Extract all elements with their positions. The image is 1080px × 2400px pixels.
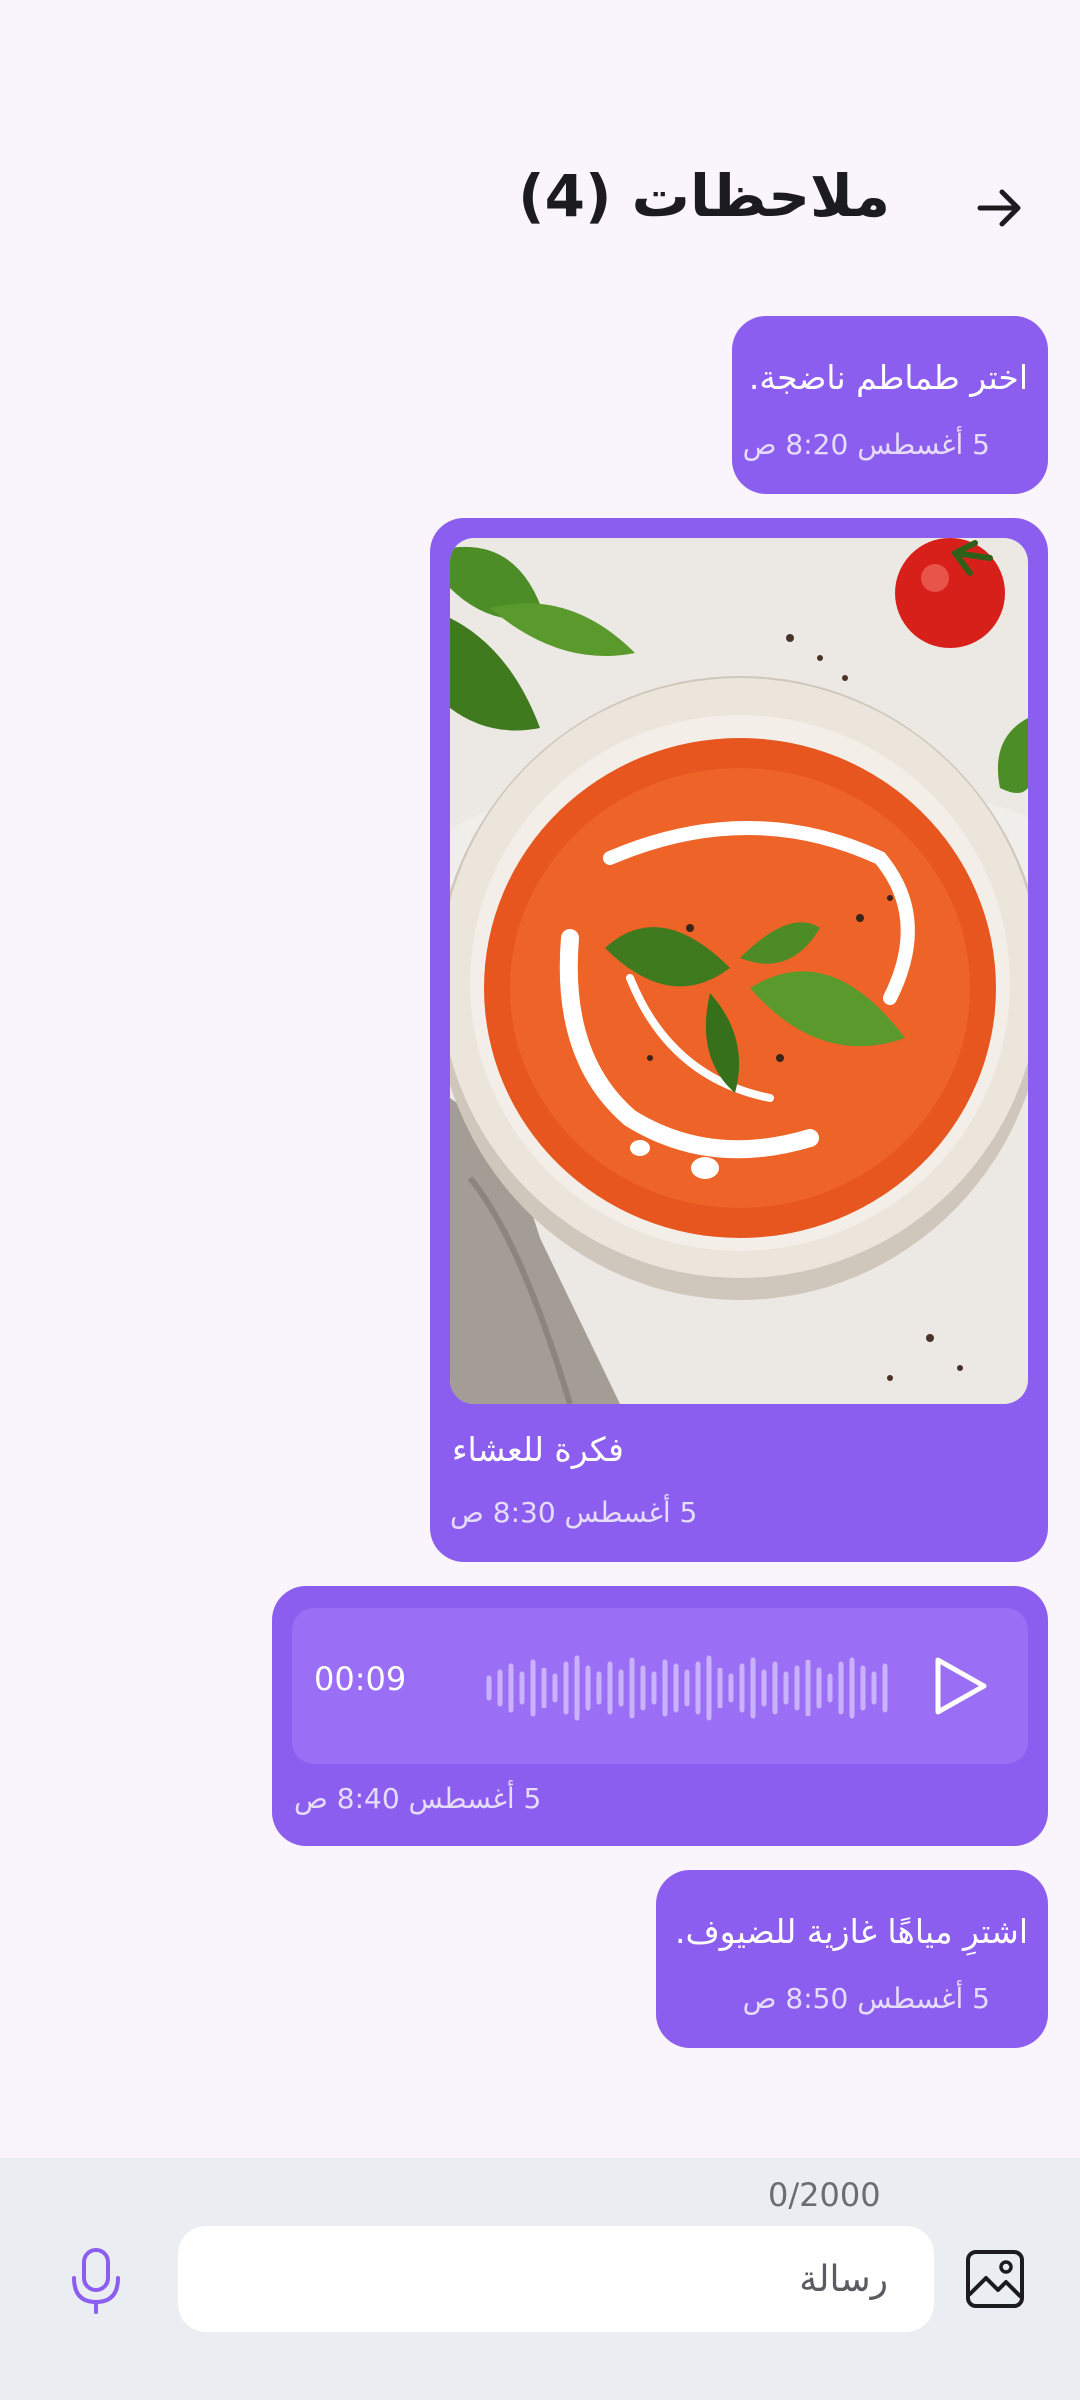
message-composer: 0/2000 bbox=[0, 2158, 1080, 2400]
top-app-bar: ملاحظات (4) bbox=[0, 150, 1080, 270]
play-icon bbox=[935, 1657, 987, 1715]
tomato-soup-image bbox=[450, 538, 1028, 1404]
image-message-bubble[interactable]: فكرة للعشاء 5 أغسطس 8:30 ص bbox=[430, 518, 1048, 1562]
message-timestamp: 5 أغسطس 8:50 ص bbox=[742, 1982, 990, 2015]
back-button[interactable] bbox=[972, 180, 1028, 236]
message-bubble[interactable]: اختر طماطم ناضجة. 5 أغسطس 8:20 ص bbox=[732, 316, 1048, 494]
message-text: اختر طماطم ناضجة. bbox=[748, 358, 1028, 397]
message-input[interactable] bbox=[178, 2226, 934, 2332]
arrow-right-icon bbox=[977, 189, 1021, 227]
message-timestamp: 5 أغسطس 8:30 ص bbox=[450, 1496, 698, 1529]
message-timestamp: 5 أغسطس 8:20 ص bbox=[742, 428, 990, 461]
waveform-icon[interactable] bbox=[484, 1654, 894, 1722]
voice-record-button[interactable] bbox=[68, 2246, 124, 2316]
audio-duration: 00:09 bbox=[314, 1660, 407, 1698]
page-title: ملاحظات (4) bbox=[518, 162, 890, 230]
character-counter: 0/2000 bbox=[768, 2176, 881, 2214]
message-timestamp: 5 أغسطس 8:40 ص bbox=[294, 1782, 542, 1815]
image-icon bbox=[966, 2250, 1024, 2308]
play-button[interactable] bbox=[922, 1650, 994, 1722]
image-caption: فكرة للعشاء bbox=[452, 1430, 624, 1469]
audio-message-bubble[interactable]: 00:09 5 أغسطس 8:40 ص bbox=[272, 1586, 1048, 1846]
message-bubble[interactable]: اشترِ مياهًا غازية للضيوف. 5 أغسطس 8:50 … bbox=[656, 1870, 1048, 2048]
message-text: اشترِ مياهًا غازية للضيوف. bbox=[674, 1912, 1028, 1951]
microphone-icon bbox=[72, 2248, 120, 2314]
tomato-soup-photo[interactable] bbox=[450, 538, 1028, 1404]
audio-player[interactable]: 00:09 bbox=[292, 1608, 1028, 1764]
attach-image-button[interactable] bbox=[964, 2248, 1026, 2310]
